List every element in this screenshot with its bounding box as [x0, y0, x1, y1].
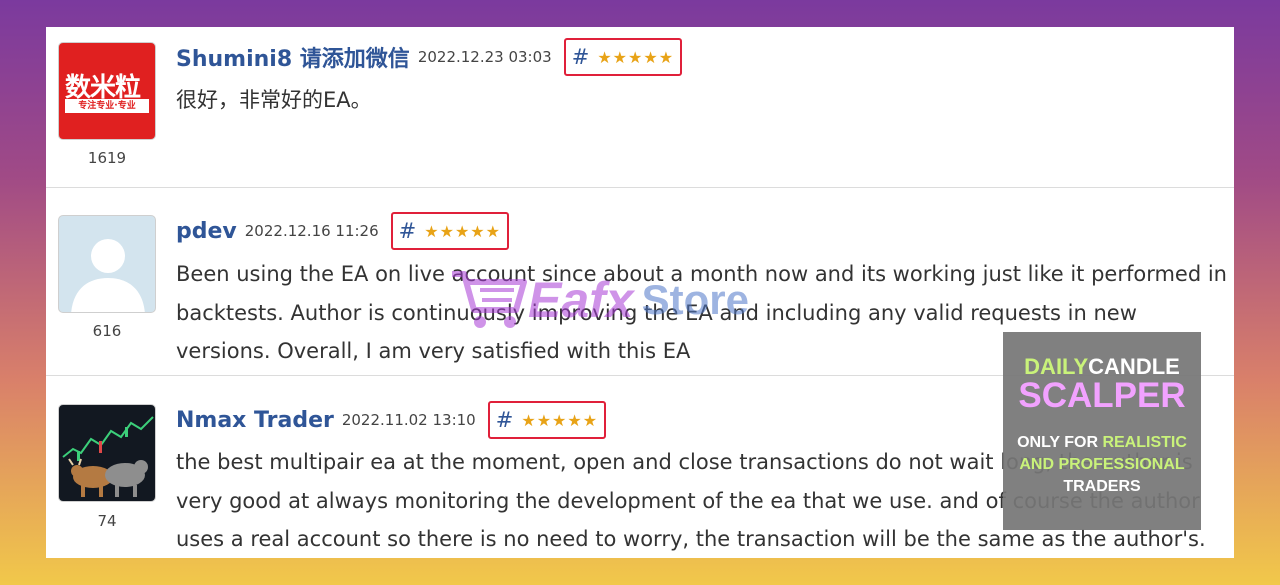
- promo-professional: AND PROFESSIONAL: [1019, 456, 1185, 473]
- rating-highlight: # ★★★★★: [487, 401, 607, 439]
- promo-only-for: ONLY FOR: [1017, 434, 1103, 451]
- review-text: 很好，非常好的EA。: [176, 88, 372, 112]
- promo-traders: TRADERS: [1063, 478, 1141, 495]
- promo-tagline: ONLY FOR REALISTIC AND PROFESSIONAL TRAD…: [1003, 432, 1201, 498]
- permalink-hash[interactable]: #: [399, 219, 417, 243]
- promo-badge: DAILYCANDLE SCALPER ONLY FOR REALISTIC A…: [1003, 332, 1201, 530]
- user-rank-count: 616: [92, 322, 122, 340]
- username-link[interactable]: pdev: [176, 219, 237, 244]
- promo-scalper: SCALPER: [1018, 376, 1186, 415]
- review-meta: pdev 2022.12.16 11:26 # ★★★★★: [176, 212, 509, 250]
- review-meta: Nmax Trader 2022.11.02 13:10 # ★★★★★: [176, 401, 607, 439]
- rating-highlight: # ★★★★★: [390, 212, 509, 250]
- default-person-icon: [71, 239, 145, 312]
- permalink-hash[interactable]: #: [572, 45, 590, 69]
- rating-highlight: # ★★★★★: [563, 38, 683, 76]
- username-link[interactable]: Shumini8 请添加微信: [176, 41, 410, 73]
- star-rating: ★★★★★: [597, 47, 675, 67]
- review-date: 2022.12.16 11:26: [244, 222, 379, 240]
- username-link[interactable]: Nmax Trader: [176, 408, 334, 433]
- avatar-logo-subtext: 专注专业·专业: [78, 101, 136, 111]
- star-rating: ★★★★★: [424, 221, 501, 241]
- user-avatar[interactable]: 数米粒 专注专业·专业: [58, 42, 156, 140]
- review-date: 2022.11.02 13:10: [341, 411, 476, 429]
- review-item: 数米粒 专注专业·专业 1619 Shumini8 请添加微信 2022.12.…: [46, 27, 1234, 187]
- user-rank-count: 1619: [87, 149, 127, 167]
- review-date: 2022.12.23 03:03: [417, 48, 552, 66]
- review-meta: Shumini8 请添加微信 2022.12.23 03:03 # ★★★★★: [176, 38, 683, 76]
- user-avatar[interactable]: [58, 404, 156, 502]
- user-avatar[interactable]: [58, 215, 156, 313]
- user-rank-count: 74: [97, 512, 117, 530]
- promo-realistic: REALISTIC: [1102, 434, 1187, 451]
- bull-bear-chart-icon: [62, 416, 154, 497]
- permalink-hash[interactable]: #: [496, 408, 514, 432]
- star-rating: ★★★★★: [521, 410, 599, 430]
